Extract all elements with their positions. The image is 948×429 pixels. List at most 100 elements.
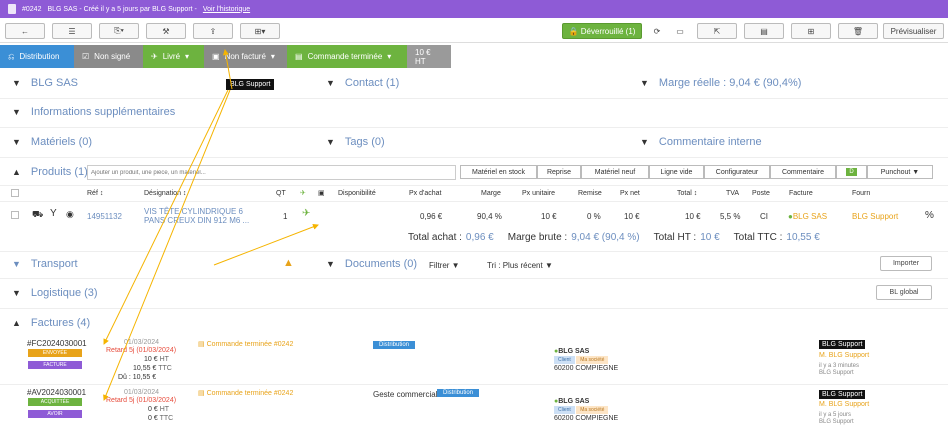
import-button[interactable]: Importer [880,256,932,271]
logistics-section[interactable]: ▼ Logistique (3) [12,287,98,299]
invoice-ht-value: 10 € [144,356,158,363]
materials-section[interactable]: ▼ Matériels (0) [12,136,92,148]
invoice-ttc-value: 0 € [148,415,158,422]
punchout-button[interactable]: Punchout ▼ [867,165,933,179]
structure-dropdown-button[interactable]: ⊞▾ [240,23,280,39]
tags-section[interactable]: ▼ Tags (0) [326,136,385,148]
section-title: Informations supplémentaires [30,106,176,118]
refresh-icon[interactable]: ⟳ [648,23,666,39]
section-title: Logistique (3) [30,287,98,299]
col-total[interactable]: Total ↕ [677,190,697,197]
col-discount: Remise [578,190,602,197]
product-designation[interactable]: VIS TÊTE CYLINDRIQUE 6 PANS CREUX DIN 912… [144,207,249,225]
eye-icon[interactable]: ◉ [66,209,74,220]
invoice-client-name: BLG SAS [792,212,828,221]
list-button[interactable]: ☰ [52,23,92,39]
product-qty[interactable]: 1 [283,212,287,221]
d-badge: D [846,168,857,176]
select-all-checkbox[interactable] [11,189,19,197]
owner-name[interactable]: M. BLG Support [819,401,869,408]
total-ht-label: Total HT : [653,232,697,243]
col-ref[interactable]: Réf ↕ [87,190,103,197]
d-button[interactable]: D [836,165,867,179]
new-material-button[interactable]: Matériel neuf [581,165,649,179]
stock-material-button[interactable]: Matériel en stock [460,165,537,179]
vat-value[interactable]: 5,5 % [720,212,740,221]
invoice-time: il y a 3 minutes [819,363,860,369]
purchase-price[interactable]: 0,96 € [420,212,442,221]
invoice-client-name: BLG SAS [558,398,590,405]
contact-section[interactable]: ▼ Contact (1) [326,77,399,89]
invoice-tag: Distribution [437,389,480,397]
empty-line-button[interactable]: Ligne vide [649,165,704,179]
trade-in-button[interactable]: Reprise [537,165,581,179]
hierarchy-button[interactable]: ⊞ [791,23,831,39]
post-value[interactable]: CI [760,212,768,221]
total-ttc-label: Total TTC : [733,232,783,243]
comment-button[interactable]: Commentaire [770,165,836,179]
copy-dropdown-button[interactable]: ⎘▾ [99,23,139,39]
invoice-order-link[interactable]: ▤ Commande terminée #0242 [198,340,293,348]
invoice-ht-value: 0 € [148,406,158,413]
filter-dropdown[interactable]: Filtrer ▼ [429,261,460,270]
col-designation[interactable]: Désignation ↕ [144,190,186,197]
owner-badge: BLG Support [819,390,866,399]
monitor-icon[interactable]: ▭ [671,23,689,39]
status-delivery[interactable]: ✈ Livré ▾ [143,45,204,68]
status-invoicing[interactable]: ▣ Non facturé ▾ [204,45,287,68]
supplier[interactable]: BLG Support [852,212,898,221]
arrow-line [213,223,319,266]
unit-price[interactable]: 10 € [541,212,557,221]
product-search-input[interactable] [87,165,456,180]
preview-button[interactable]: Prévisualiser [883,23,944,39]
invoice-client[interactable]: ●BLG SAS [788,212,827,221]
sort-dropdown[interactable]: Tri : Plus récent ▼ [487,261,553,270]
print-button[interactable]: ▤ [744,23,784,39]
order-link-text: Commande terminée #0242 [206,341,294,348]
history-link[interactable]: Voir l'historique [203,6,250,13]
infos-section[interactable]: ▼ Informations supplémentaires [12,106,175,118]
invoice-ttc: 10,55 € TTC [133,365,172,372]
transport-section[interactable]: ▼ Transport [12,258,78,270]
row-checkbox[interactable] [11,211,19,219]
margin-value[interactable]: 90,4 % [477,212,502,221]
product-ref[interactable]: 14951132 [87,212,122,221]
document-header: #0242 BLG SAS - Créé il y a 5 jours par … [0,0,948,18]
internal-comment-section[interactable]: ▼ Commentaire interne [640,136,762,148]
col-net-price: Px net [620,190,640,197]
client-section[interactable]: ▼ BLG SAS [12,77,78,89]
invoice-order-link[interactable]: ▤ Commande terminée #0242 [198,389,293,397]
invoice-by: BLG Support [819,419,854,425]
cart-icon[interactable]: ⛟ [32,209,43,221]
invoice-number[interactable]: #FC2024030001 [27,339,87,348]
invoice-number[interactable]: #AV2024030001 [27,388,86,397]
delete-button[interactable]: 🗑 [838,23,878,39]
owner-name[interactable]: M. BLG Support [819,352,869,359]
tools-button[interactable]: ⚒ [146,23,186,39]
export-button[interactable]: ⇪ [193,23,233,39]
section-title: Marge réelle : 9,04 € (90,4%) [658,77,802,89]
invoice-client[interactable]: ●BLG SAS [554,348,589,355]
products-section[interactable]: ▲ Produits (1) [12,166,88,178]
client-tag: Client [554,356,575,364]
section-title: Commentaire interne [658,136,762,148]
client-tag: Client [554,406,575,414]
margin-section[interactable]: ▼ Marge réelle : 9,04 € (90,4%) [640,77,801,89]
invoice-client[interactable]: ●BLG SAS [554,398,589,405]
fork-icon[interactable]: Y [50,208,57,219]
percent-toggle[interactable]: % [925,210,934,221]
documents-section[interactable]: ▼ Documents (0) [326,258,417,270]
status-signature[interactable]: ☑ Non signé [74,45,143,68]
global-bl-button[interactable]: BL global [876,285,932,300]
total-purchase-value: 0,96 € [465,232,494,243]
configurator-button[interactable]: Configurateur [704,165,770,179]
unlock-button[interactable]: 🔒 Déverrouillé (1) [562,23,642,39]
toolbar: ← ☰ ⎘▾ ⚒ ⇪ ⊞▾ 🔒 Déverrouillé (1) ⟳ ▭ ⇱ ▤… [0,19,948,43]
invoices-section[interactable]: ▲ Factures (4) [12,317,90,329]
share-button[interactable]: ⇱ [697,23,737,39]
discount[interactable]: 0 % [587,212,601,221]
status-order[interactable]: ▤ Commande terminée ▾ [287,45,407,68]
status-distribution[interactable]: ⎌ Distribution [0,45,74,68]
back-button[interactable]: ← [5,23,45,39]
invoice-ttc-label: TTC [158,365,172,372]
